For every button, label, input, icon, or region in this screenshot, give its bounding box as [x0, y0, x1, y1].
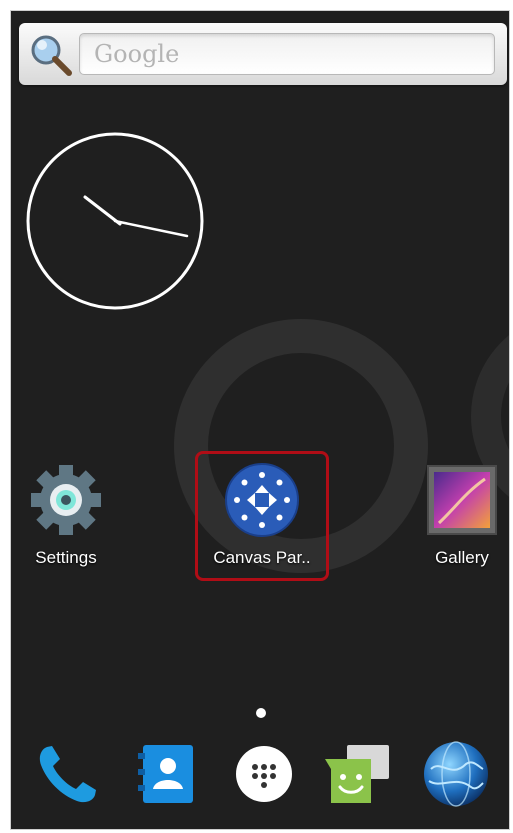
app-label-gallery: Gallery [435, 548, 489, 567]
app-drawer-icon[interactable] [229, 739, 299, 809]
app-label-settings: Settings [35, 548, 97, 567]
contacts-icon[interactable] [133, 739, 203, 809]
analog-clock-widget[interactable] [25, 131, 205, 311]
app-settings[interactable]: Settings [11, 463, 121, 568]
messaging-icon[interactable] [325, 739, 395, 809]
home-screen: Google Settings Canvas Par.. Gallery [10, 10, 510, 830]
phone-icon[interactable] [33, 739, 103, 809]
search-icon[interactable] [29, 33, 73, 77]
app-gallery[interactable]: Gallery [407, 463, 509, 568]
highlight-box [195, 451, 329, 581]
page-indicator-dot [256, 708, 266, 718]
search-input[interactable]: Google [79, 33, 495, 75]
browser-globe-icon[interactable] [421, 739, 491, 809]
google-search-widget[interactable]: Google [19, 23, 507, 85]
gallery-icon [427, 465, 497, 535]
settings-gear-icon [31, 465, 101, 535]
